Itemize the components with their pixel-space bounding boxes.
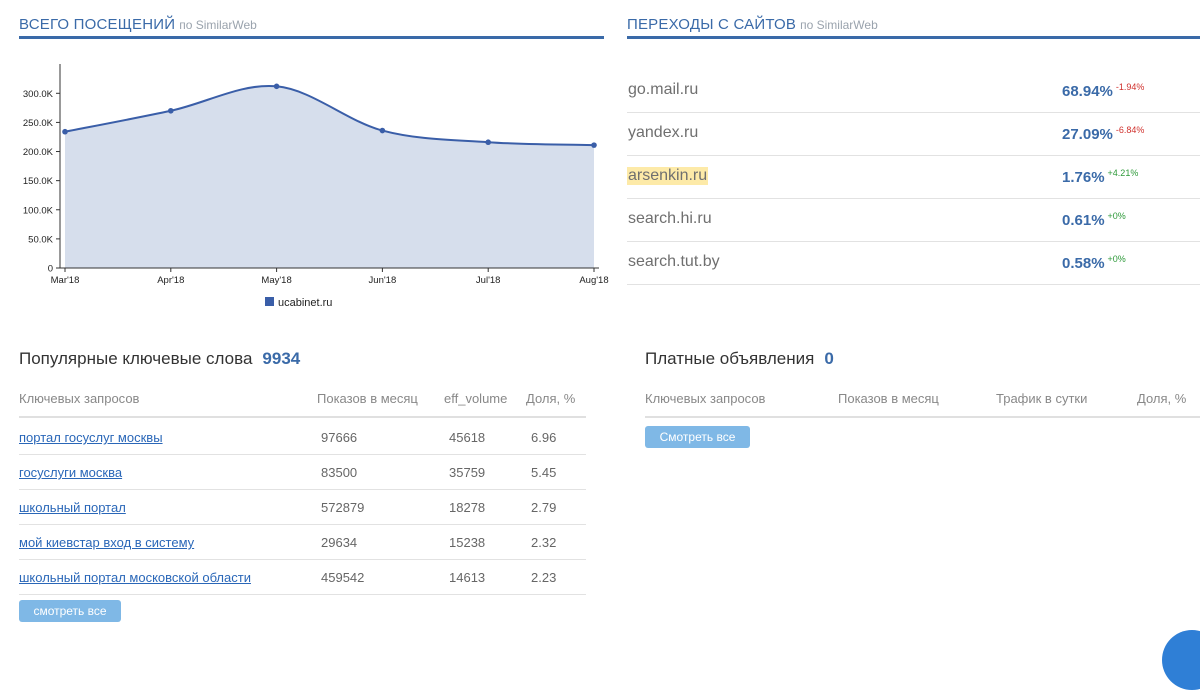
x-tick-label: Apr'18 <box>157 275 184 286</box>
keyword-link[interactable]: школьный портал <box>19 500 126 515</box>
keyword-shows: 572879 <box>321 500 365 515</box>
referral-delta: +4.21% <box>1107 168 1139 178</box>
paid-title: Платные объявления 0 <box>645 349 834 369</box>
keywords-col-eff: eff_volume <box>444 391 508 406</box>
x-tick-label: Mar'18 <box>51 275 80 286</box>
data-point <box>273 83 280 90</box>
visits-source: по SimilarWeb <box>179 18 257 32</box>
referral-share: 68.94% -1.94% <box>1062 82 1145 100</box>
paid-title-text: Платные объявления <box>645 349 815 368</box>
referrals-title: ПЕРЕХОДЫ С САЙТОВ по SimilarWeb <box>627 16 878 33</box>
keywords-show-all-button[interactable]: смотреть все <box>19 600 121 622</box>
keyword-row: школьный портал московской области 45954… <box>19 560 586 595</box>
keyword-row: мой киевстар вход в систему 29634 15238 … <box>19 525 586 560</box>
y-tick-label: 300.0K <box>23 89 54 100</box>
y-tick-label: 150.0K <box>23 176 54 187</box>
data-point <box>168 107 174 114</box>
referral-share: 0.61% +0% <box>1062 211 1126 229</box>
keyword-row: госуслуги москва 83500 35759 5.45 <box>19 455 586 490</box>
y-tick-label: 0 <box>48 264 53 275</box>
legend-label: ucabinet.ru <box>278 297 332 309</box>
keyword-share: 6.96 <box>531 430 557 445</box>
keyword-shows: 29634 <box>321 535 358 550</box>
referral-delta: -1.94% <box>1115 82 1145 92</box>
visits-title-rule <box>19 36 604 39</box>
referral-site: search.tut.by <box>628 253 720 270</box>
referral-share: 0.58% +0% <box>1062 254 1126 272</box>
referral-delta: +0% <box>1107 254 1126 264</box>
data-point <box>62 128 68 135</box>
keyword-share: 2.32 <box>531 535 557 550</box>
legend-swatch <box>265 297 274 306</box>
keywords-col-query: Ключевых запросов <box>19 391 140 406</box>
data-point <box>591 142 597 148</box>
x-tick-label: Jul'18 <box>476 275 501 286</box>
keyword-shows: 97666 <box>321 430 358 445</box>
keyword-link[interactable]: портал госуслуг москвы <box>19 430 163 445</box>
keyword-eff: 45618 <box>449 430 486 445</box>
paid-col-traffic: Трафик в сутки <box>996 391 1088 406</box>
referral-row: arsenkin.ru 1.76% +4.21% <box>627 155 1200 199</box>
referral-share: 27.09% -6.84% <box>1062 125 1145 143</box>
keyword-link[interactable]: школьный портал московской области <box>19 570 251 585</box>
referrals-title-text: ПЕРЕХОДЫ С САЙТОВ <box>627 16 797 33</box>
keyword-shows: 459542 <box>321 570 365 585</box>
keywords-col-share: Доля, % <box>526 391 576 406</box>
paid-header-divider <box>645 416 1200 418</box>
x-tick-label: May'18 <box>261 275 291 286</box>
referral-row: search.tut.by 0.58% +0% <box>627 241 1200 285</box>
keyword-row: школьный портал 572879 18278 2.79 <box>19 490 586 525</box>
referral-row: yandex.ru 27.09% -6.84% <box>627 112 1200 156</box>
referrals-title-rule <box>627 36 1200 39</box>
referral-site: go.mail.ru <box>628 81 699 98</box>
referral-row: go.mail.ru 68.94% -1.94% <box>627 69 1200 113</box>
paid-col-share: Доля, % <box>1137 391 1187 406</box>
y-tick-label: 200.0K <box>23 147 54 158</box>
visits-title: ВСЕГО ПОСЕЩЕНИЙ по SimilarWeb <box>19 16 257 33</box>
y-tick-label: 250.0K <box>23 118 54 129</box>
keyword-eff: 18278 <box>449 500 486 515</box>
keyword-link[interactable]: госуслуги москва <box>19 465 122 480</box>
paid-col-query: Ключевых запросов <box>645 391 766 406</box>
paid-show-all-button[interactable]: Смотреть все <box>645 426 750 448</box>
referrals-source: по SimilarWeb <box>800 18 878 32</box>
x-tick-label: Aug'18 <box>579 275 608 286</box>
visits-title-text: ВСЕГО ПОСЕЩЕНИЙ <box>19 16 176 33</box>
keywords-col-shows: Показов в месяц <box>317 391 418 406</box>
keywords-title: Популярные ключевые слова 9934 <box>19 349 300 369</box>
series-area <box>65 85 594 268</box>
paid-count: 0 <box>824 349 834 368</box>
x-tick-label: Jun'18 <box>369 275 397 286</box>
keyword-share: 2.23 <box>531 570 557 585</box>
keyword-row: портал госуслуг москвы 97666 45618 6.96 <box>19 420 586 455</box>
data-point <box>485 139 492 146</box>
visits-chart: 0 50.0K 100.0K 150.0K 200.0K 250.0K 300.0K Mar'… <box>23 64 609 309</box>
keyword-eff: 14613 <box>449 570 486 585</box>
keyword-link[interactable]: мой киевстар вход в систему <box>19 535 194 550</box>
keyword-eff: 35759 <box>449 465 486 480</box>
referral-share: 1.76% +4.21% <box>1062 168 1139 186</box>
keywords-header-divider <box>19 416 586 418</box>
referral-site: yandex.ru <box>628 124 699 141</box>
referral-site: search.hi.ru <box>628 210 712 227</box>
keyword-shows: 83500 <box>321 465 358 480</box>
y-tick-label: 100.0K <box>23 205 54 216</box>
referral-delta: -6.84% <box>1115 125 1145 135</box>
paid-col-shows: Показов в месяц <box>838 391 939 406</box>
keyword-eff: 15238 <box>449 535 486 550</box>
keyword-share: 2.79 <box>531 500 557 515</box>
data-point <box>379 127 386 134</box>
y-tick-label: 50.0K <box>28 234 53 245</box>
referral-delta: +0% <box>1107 211 1126 221</box>
keywords-count: 9934 <box>262 349 301 368</box>
keyword-share: 5.45 <box>531 465 557 480</box>
referral-row: search.hi.ru 0.61% +0% <box>627 198 1200 242</box>
referral-site-highlighted: arsenkin.ru <box>627 167 709 185</box>
keywords-title-text: Популярные ключевые слова <box>19 349 253 368</box>
chat-widget-button[interactable] <box>1162 630 1200 690</box>
